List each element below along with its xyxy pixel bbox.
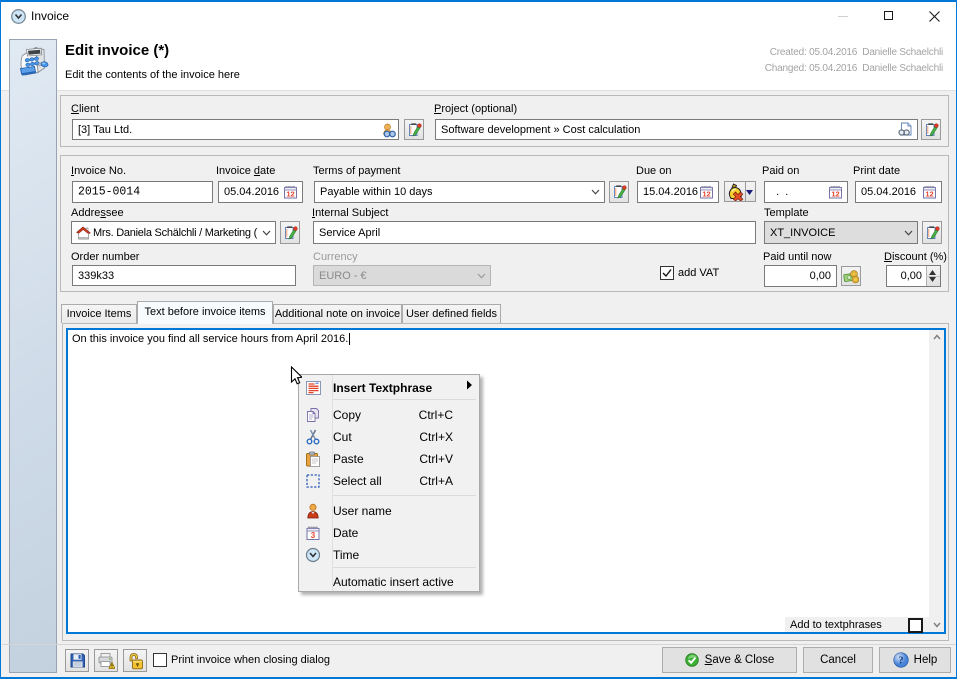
svg-text:12: 12 <box>925 190 933 199</box>
svg-text:12: 12 <box>831 190 839 199</box>
svg-text:?: ? <box>898 656 903 667</box>
svg-text:12: 12 <box>702 190 710 199</box>
svg-text:12: 12 <box>286 190 294 199</box>
svg-text:3: 3 <box>311 531 316 540</box>
